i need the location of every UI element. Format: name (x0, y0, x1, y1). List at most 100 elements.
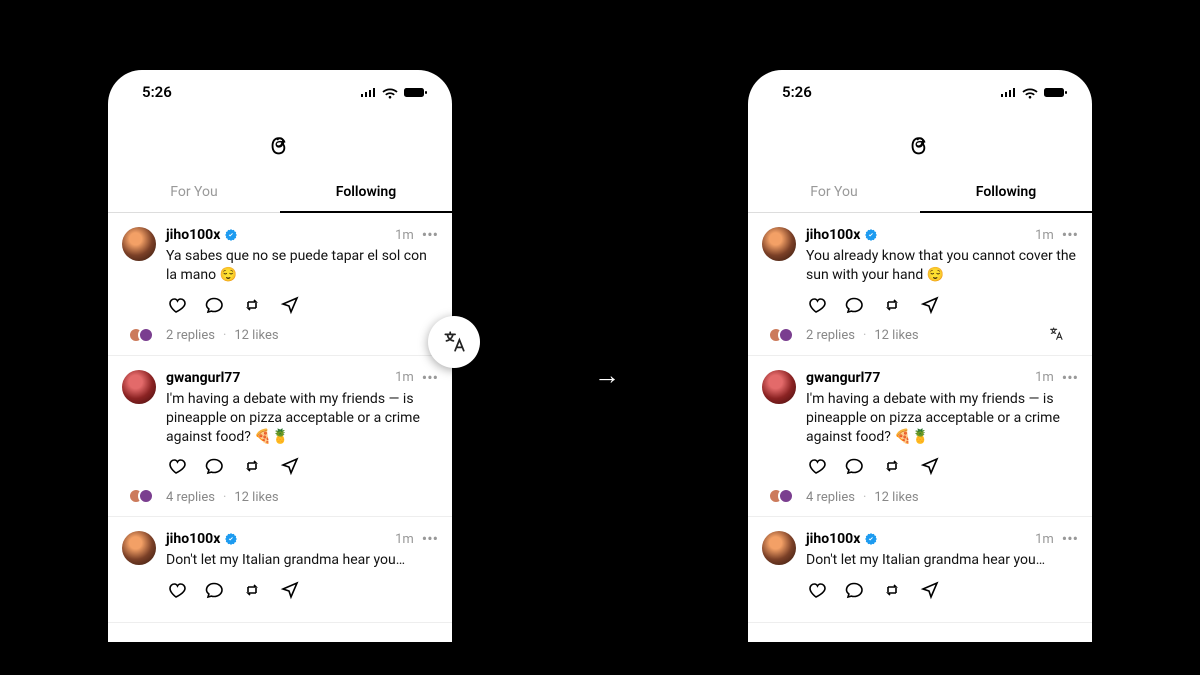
repost-button[interactable] (242, 580, 262, 604)
username[interactable]: jiho100x (806, 227, 860, 243)
post-meta: 4 replies · 12 likes (124, 488, 438, 506)
timestamp: 1m (1035, 532, 1054, 547)
verified-badge-icon (864, 228, 878, 242)
username[interactable]: gwangurl77 (166, 370, 240, 386)
reply-avatars (764, 327, 798, 345)
cellular-icon (1000, 86, 1016, 98)
battery-icon (1044, 86, 1068, 99)
feed-tabs: For You Following (108, 174, 452, 213)
likes-count[interactable]: 12 likes (234, 328, 278, 343)
timestamp: 1m (395, 228, 414, 243)
arrow-icon: → (594, 360, 620, 391)
post[interactable]: gwangurl77 1m ••• I'm having a debate wi… (748, 356, 1092, 518)
repost-button[interactable] (242, 295, 262, 319)
tab-for-you[interactable]: For You (748, 174, 920, 213)
post-meta: 2 replies · 12 likes (124, 327, 438, 345)
threads-logo-icon (906, 128, 934, 156)
replies-count[interactable]: 2 replies (806, 328, 855, 343)
share-button[interactable] (280, 295, 300, 319)
wifi-icon (1022, 86, 1038, 99)
post-text: Don't let my Italian grandma hear you… (806, 551, 1078, 570)
repost-button[interactable] (882, 580, 902, 604)
like-button[interactable] (166, 580, 186, 604)
translate-icon[interactable] (1048, 326, 1064, 346)
like-button[interactable] (166, 456, 186, 480)
cellular-icon (360, 86, 376, 98)
post-text: You already know that you cannot cover t… (806, 247, 1078, 285)
verified-badge-icon (864, 532, 878, 546)
repost-button[interactable] (882, 295, 902, 319)
timestamp: 1m (395, 532, 414, 547)
replies-count[interactable]: 4 replies (166, 490, 215, 505)
username[interactable]: jiho100x (806, 531, 860, 547)
username[interactable]: gwangurl77 (806, 370, 880, 386)
comment-button[interactable] (204, 295, 224, 319)
username[interactable]: jiho100x (166, 227, 220, 243)
likes-count[interactable]: 12 likes (874, 490, 918, 505)
likes-count[interactable]: 12 likes (234, 490, 278, 505)
post-actions (166, 456, 438, 480)
reply-avatars (124, 488, 158, 506)
status-bar: 5:26 (748, 70, 1092, 114)
post-text: Ya sabes que no se puede tapar el sol co… (166, 247, 438, 285)
comment-button[interactable] (844, 456, 864, 480)
post[interactable]: jiho100x 1m ••• Ya sabes que no se puede… (108, 213, 452, 356)
avatar[interactable] (762, 531, 796, 565)
verified-badge-icon (224, 532, 238, 546)
clock: 5:26 (142, 83, 172, 101)
username[interactable]: jiho100x (166, 531, 220, 547)
share-button[interactable] (920, 456, 940, 480)
phone-after: 5:26 For You Following jiho100x (740, 62, 1100, 642)
post[interactable]: gwangurl77 1m ••• I'm having a debate wi… (108, 356, 452, 518)
replies-count[interactable]: 4 replies (806, 490, 855, 505)
comment-button[interactable] (844, 295, 864, 319)
share-button[interactable] (280, 456, 300, 480)
like-button[interactable] (806, 295, 826, 319)
post-actions (806, 295, 1078, 319)
reply-avatars (764, 488, 798, 506)
likes-count[interactable]: 12 likes (874, 328, 918, 343)
post-meta: 4 replies · 12 likes (764, 488, 1078, 506)
post[interactable]: jiho100x 1m ••• Don't let my Italian gra… (748, 517, 1092, 623)
tab-following[interactable]: Following (280, 174, 452, 213)
share-button[interactable] (920, 295, 940, 319)
repost-button[interactable] (242, 456, 262, 480)
feed-tabs: For You Following (748, 174, 1092, 213)
verified-badge-icon (224, 228, 238, 242)
post-text: I'm having a debate with my friends — is… (806, 390, 1078, 447)
translate-button[interactable] (428, 316, 480, 368)
post[interactable]: jiho100x 1m ••• Don't let my Italian gra… (108, 517, 452, 623)
timestamp: 1m (1035, 228, 1054, 243)
wifi-icon (382, 86, 398, 99)
share-button[interactable] (280, 580, 300, 604)
avatar[interactable] (122, 370, 156, 404)
phone-before: 5:26 For You Following jiho100x (100, 62, 460, 642)
post[interactable]: jiho100x 1m ••• You already know that yo… (748, 213, 1092, 356)
comment-button[interactable] (844, 580, 864, 604)
like-button[interactable] (166, 295, 186, 319)
feed: jiho100x 1m ••• Ya sabes que no se puede… (108, 213, 452, 623)
post-actions (806, 456, 1078, 480)
clock: 5:26 (782, 83, 812, 101)
status-bar: 5:26 (108, 70, 452, 114)
tab-following[interactable]: Following (920, 174, 1092, 213)
post-actions (166, 580, 438, 604)
comment-button[interactable] (204, 580, 224, 604)
post-text: I'm having a debate with my friends — is… (166, 390, 438, 447)
avatar[interactable] (122, 531, 156, 565)
post-actions (166, 295, 438, 319)
avatar[interactable] (122, 227, 156, 261)
battery-icon (404, 86, 428, 99)
like-button[interactable] (806, 580, 826, 604)
like-button[interactable] (806, 456, 826, 480)
feed: jiho100x 1m ••• You already know that yo… (748, 213, 1092, 623)
repost-button[interactable] (882, 456, 902, 480)
avatar[interactable] (762, 227, 796, 261)
comment-button[interactable] (204, 456, 224, 480)
timestamp: 1m (1035, 370, 1054, 385)
replies-count[interactable]: 2 replies (166, 328, 215, 343)
tab-for-you[interactable]: For You (108, 174, 280, 213)
post-text: Don't let my Italian grandma hear you… (166, 551, 438, 570)
share-button[interactable] (920, 580, 940, 604)
avatar[interactable] (762, 370, 796, 404)
